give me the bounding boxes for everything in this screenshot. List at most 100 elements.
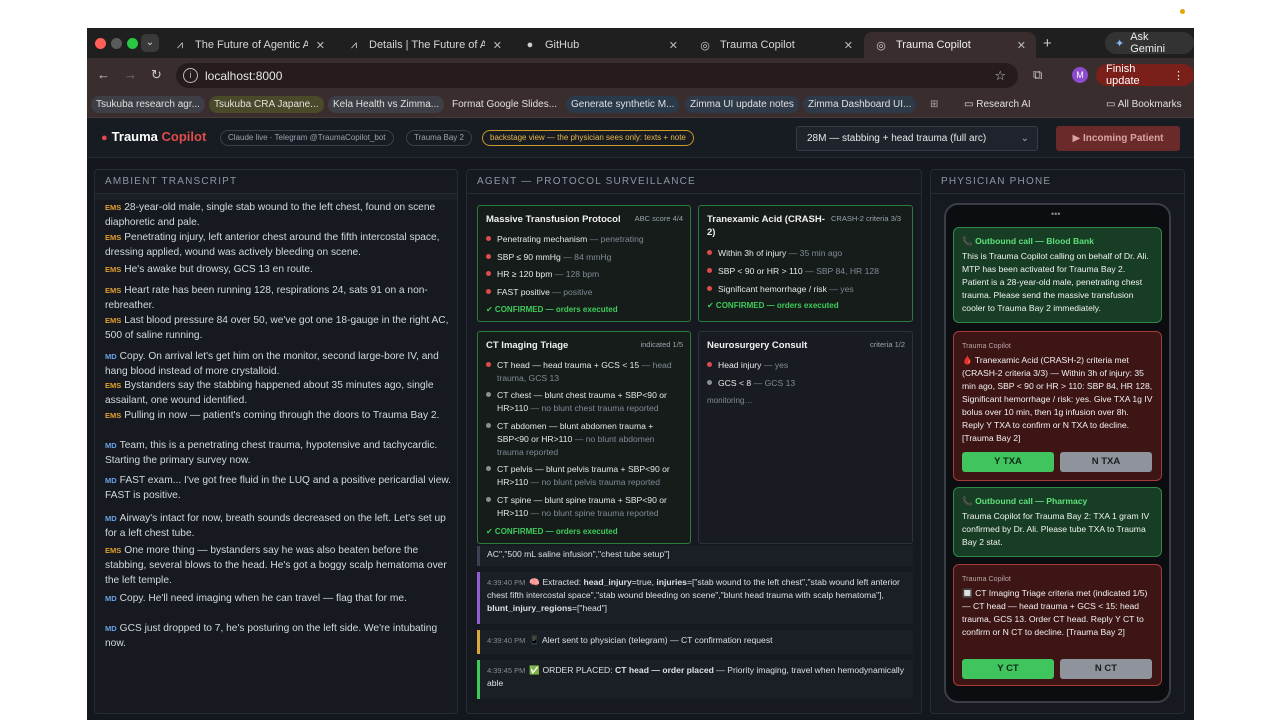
criterion-note: — SBP 84, HR 128 (805, 266, 879, 276)
transcript-text: 28-year-old male, single stab wound to t… (105, 202, 436, 228)
speaker-tag: EMS (105, 265, 122, 274)
forward-icon[interactable]: → (124, 67, 137, 82)
message-body: 🔲 CT Imaging Triage criteria met (indica… (962, 588, 1148, 637)
log-value: =true, (631, 577, 657, 587)
bookmark-item[interactable]: Tsukuba research agr... (91, 96, 205, 113)
no-ct-button[interactable]: N CT (1060, 659, 1152, 679)
criterion-item: CT spine — blunt spine trauma + SBP<90 o… (486, 494, 682, 520)
close-tab-icon[interactable]: ✕ (669, 39, 678, 52)
criterion-item: Penetrating mechanism — penetrating (486, 233, 682, 246)
apps-grid-icon[interactable]: ⊞ (925, 96, 943, 113)
tab-search-icon[interactable]: ⌄ (141, 34, 159, 52)
status-dot-icon (486, 392, 491, 397)
criterion-label: HR ≥ 120 bpm (497, 269, 553, 279)
speaker-tag: MD (105, 476, 117, 485)
criterion-item: CT pelvis — blunt pelvis trauma + SBP<90… (486, 463, 682, 489)
address-bar[interactable]: i localhost:8000 ☆ (176, 63, 1018, 88)
brand-logo: ● Trauma Copilot (101, 129, 206, 144)
scenario-value: 28M — stabbing + head trauma (full arc) (807, 133, 987, 144)
scenario-select[interactable]: 28M — stabbing + head trauma (full arc) … (796, 126, 1038, 151)
log-timestamp: 4:39:40 PM (487, 578, 526, 587)
transcript-text: Penetrating injury, left anterior chest … (105, 232, 440, 258)
close-tab-icon[interactable]: ✕ (316, 39, 325, 52)
close-tab-icon[interactable]: ✕ (493, 39, 502, 52)
call-header: 📞 Outbound call — Blood Bank (962, 236, 1094, 246)
card-title: Massive Transfusion Protocol (486, 214, 621, 225)
trauma-bay-pill: Trauma Bay 2 (406, 130, 472, 146)
tab-1[interactable]: ⩘ Details | The Future of Agent ✕ (337, 32, 512, 58)
bookmark-star-icon[interactable]: ☆ (994, 68, 1006, 84)
bookmark-item[interactable]: Kela Health vs Zimma... (328, 96, 445, 113)
log-text: 📱 Alert sent to physician (telegram) — C… (529, 635, 773, 645)
alert-message-txa: Trauma Copilot 🩸 Tranexamic Acid (CRASH-… (953, 331, 1162, 481)
transcript-line: EMS Last blood pressure 84 over 50, we've… (105, 313, 455, 343)
status-dot-icon (707, 286, 712, 291)
finish-update-button[interactable]: Finish update ⋮ (1096, 63, 1194, 87)
bookmark-folder-research[interactable]: ▭ Research AI (959, 96, 1036, 113)
tab-2[interactable]: ● GitHub ✕ (513, 32, 688, 58)
incoming-patient-button[interactable]: ▶ Incoming Patient (1056, 126, 1180, 151)
phone-panel: PHYSICIAN PHONE ••• 📞 Outbound call — Bl… (930, 169, 1185, 714)
backstage-view-pill: backstage view — the physician sees only… (482, 130, 694, 146)
criterion-item: Significant hemorrhage / risk — yes (707, 283, 903, 296)
criterion-label: FAST positive (497, 287, 550, 297)
criterion-note: — 35 min ago (788, 248, 843, 258)
log-key: injuries (656, 577, 687, 587)
app-root: ● Trauma Copilot Claude live · Telegram @… (87, 118, 1194, 720)
criterion-item: CT chest — blunt chest trauma + SBP<90 o… (486, 389, 682, 415)
bookmark-item[interactable]: Generate synthetic M... (566, 96, 680, 113)
card-title: CT Imaging Triage (486, 340, 569, 351)
transcript-panel[interactable]: AMBIENT TRANSCRIPT EMS 28-year-old male, … (94, 169, 458, 714)
transcript-text: Heart rate has been running 128, respira… (105, 285, 428, 311)
call-message-pharmacy: 📞 Outbound call — Pharmacy Trauma Copilo… (953, 487, 1162, 557)
tab-0[interactable]: ⩘ The Future of Agentic AI in H ✕ (163, 32, 335, 58)
status-dot-icon (707, 380, 712, 385)
message-body: This is Trauma Copilot calling on behalf… (962, 251, 1149, 313)
bookmark-item[interactable]: Format Google Slides... (447, 96, 562, 113)
log-text: AC","500 mL saline infusion","chest tube… (487, 549, 670, 559)
more-menu-icon: ⋮ (1173, 69, 1184, 82)
agent-panel[interactable]: AGENT — PROTOCOL SURVEILLANCE Massive Tr… (466, 169, 922, 714)
confirmed-status: ✔ CONFIRMED — orders executed (707, 301, 839, 310)
criterion-label: Significant hemorrhage / risk (718, 284, 827, 294)
tab-4-active[interactable]: ◎ Trauma Copilot ✕ (864, 32, 1036, 58)
criterion-label: CT head — head trauma + GCS < 15 (497, 360, 640, 370)
transcript-text: Last blood pressure 84 over 50, we've go… (105, 315, 449, 341)
no-txa-button[interactable]: N TXA (1060, 452, 1152, 472)
site-info-icon[interactable]: i (183, 68, 198, 83)
close-tab-icon[interactable]: ✕ (1017, 39, 1026, 52)
agent-icon: ⩘ (176, 38, 184, 51)
card-ct-imaging: CT Imaging Triage indicated 1/5 CT head … (477, 331, 691, 544)
new-tab-icon[interactable]: + (1043, 35, 1052, 52)
reload-icon[interactable]: ↻ (151, 67, 162, 83)
all-bookmarks-button[interactable]: ▭ All Bookmarks (1101, 96, 1187, 113)
phone-notch: ••• (1051, 209, 1061, 219)
yes-ct-button[interactable]: Y CT (962, 659, 1054, 679)
transcript-line: EMS Bystanders say the stabbing happened … (105, 378, 455, 408)
minimize-window-icon[interactable] (111, 38, 122, 49)
transcript-line: MD FAST exam... I've got free fluid in th… (105, 473, 455, 503)
tab-3[interactable]: ◎ Trauma Copilot ✕ (688, 32, 863, 58)
bookmark-item[interactable]: Zimma UI update notes (685, 96, 799, 113)
ask-gemini-button[interactable]: ✦ Ask Gemini (1105, 31, 1194, 55)
close-window-icon[interactable] (95, 38, 106, 49)
status-dot-icon (486, 271, 491, 276)
extensions-icon[interactable]: ⧉ (1033, 67, 1042, 83)
bookmark-item[interactable]: Zimma Dashboard UI... (803, 96, 917, 113)
profile-avatar[interactable]: M (1072, 67, 1088, 83)
criterion-label: Within 3h of injury (718, 248, 787, 258)
message-sender: Trauma Copilot (962, 341, 1011, 350)
transcript-line: MD GCS just dropped to 7, he's posturing … (105, 621, 455, 651)
speaker-tag: EMS (105, 233, 122, 242)
status-dot-icon (486, 254, 491, 259)
yes-txa-button[interactable]: Y TXA (962, 452, 1054, 472)
chevron-down-icon: ⌄ (1020, 133, 1029, 144)
speaker-tag: EMS (105, 381, 122, 390)
close-tab-icon[interactable]: ✕ (844, 39, 853, 52)
maximize-window-icon[interactable] (127, 38, 138, 49)
finish-update-label: Finish update (1106, 63, 1140, 87)
bookmark-item[interactable]: Tsukuba CRA Japane... (209, 96, 324, 113)
back-icon[interactable]: ← (97, 67, 110, 82)
app-header: ● Trauma Copilot Claude live · Telegram @… (87, 118, 1194, 158)
phone-screen[interactable]: ••• 📞 Outbound call — Blood Bank This is… (944, 203, 1171, 703)
